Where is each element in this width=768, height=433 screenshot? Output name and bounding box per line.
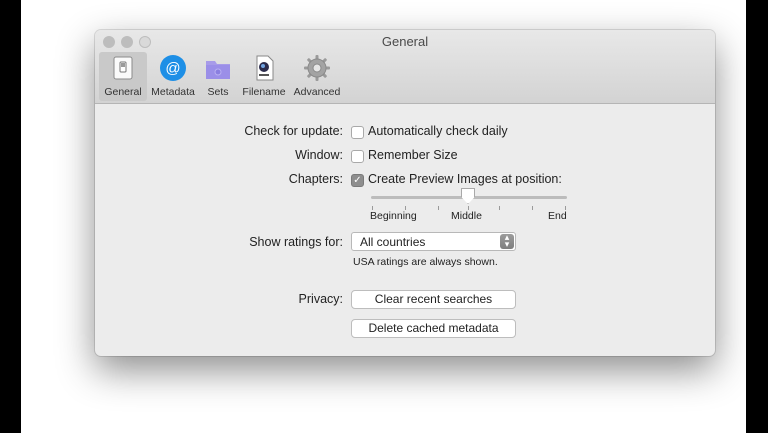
tab-label: General [104, 86, 142, 98]
gear-icon [304, 55, 330, 81]
delete-cached-metadata-button[interactable]: Delete cached metadata [351, 319, 516, 338]
slider-tick [532, 206, 533, 210]
slider-tick [499, 206, 500, 210]
ratings-label: Show ratings for: [249, 235, 343, 249]
at-sign-icon: @ [160, 55, 186, 81]
slider-label-beginning: Beginning [370, 210, 417, 222]
general-switch-icon [113, 56, 133, 80]
tab-label: Advanced [293, 86, 341, 98]
slider-label-end: End [548, 210, 567, 222]
auto-check-label[interactable]: Automatically check daily [368, 124, 508, 138]
window-label: Window: [295, 148, 343, 162]
tab-label: Filename [242, 86, 286, 98]
preview-images-label[interactable]: Create Preview Images at position: [368, 172, 562, 186]
preview-images-checkbox[interactable]: ✓ [351, 174, 364, 187]
updown-chevron-icon: ▴ ▾ [500, 233, 514, 249]
ratings-selected-value: All countries [360, 235, 426, 249]
remember-size-checkbox[interactable] [351, 150, 364, 163]
svg-text:@: @ [165, 60, 180, 77]
titlebar-toolbar: General General @ Metadata Sets Filename… [95, 30, 715, 104]
tab-filename[interactable]: Filename [239, 52, 289, 101]
preferences-window: General General @ Metadata Sets Filename… [95, 30, 715, 356]
tab-metadata[interactable]: @ Metadata [147, 52, 199, 101]
slider-label-middle: Middle [451, 210, 482, 222]
tab-label: Metadata [151, 86, 195, 98]
folder-icon [206, 61, 230, 79]
remember-size-label[interactable]: Remember Size [368, 148, 458, 162]
auto-check-checkbox[interactable] [351, 126, 364, 139]
slider-knob[interactable] [461, 188, 475, 204]
screenshot-background: General General @ Metadata Sets Filename… [21, 0, 746, 433]
window-title: General [381, 34, 429, 49]
chapters-label: Chapters: [288, 172, 343, 186]
tab-general[interactable]: General [99, 52, 147, 101]
slider-tick [438, 206, 439, 210]
check-update-label: Check for update: [244, 124, 343, 138]
clear-recent-searches-button[interactable]: Clear recent searches [351, 290, 516, 309]
privacy-label: Privacy: [298, 292, 343, 306]
tab-sets[interactable]: Sets [201, 52, 235, 101]
ratings-note: USA ratings are always shown. [353, 256, 498, 268]
tab-label: Sets [207, 86, 229, 98]
ratings-country-select[interactable]: All countries ▴ ▾ [351, 232, 516, 251]
document-icon [256, 55, 274, 81]
tab-advanced[interactable]: Advanced [291, 52, 343, 101]
